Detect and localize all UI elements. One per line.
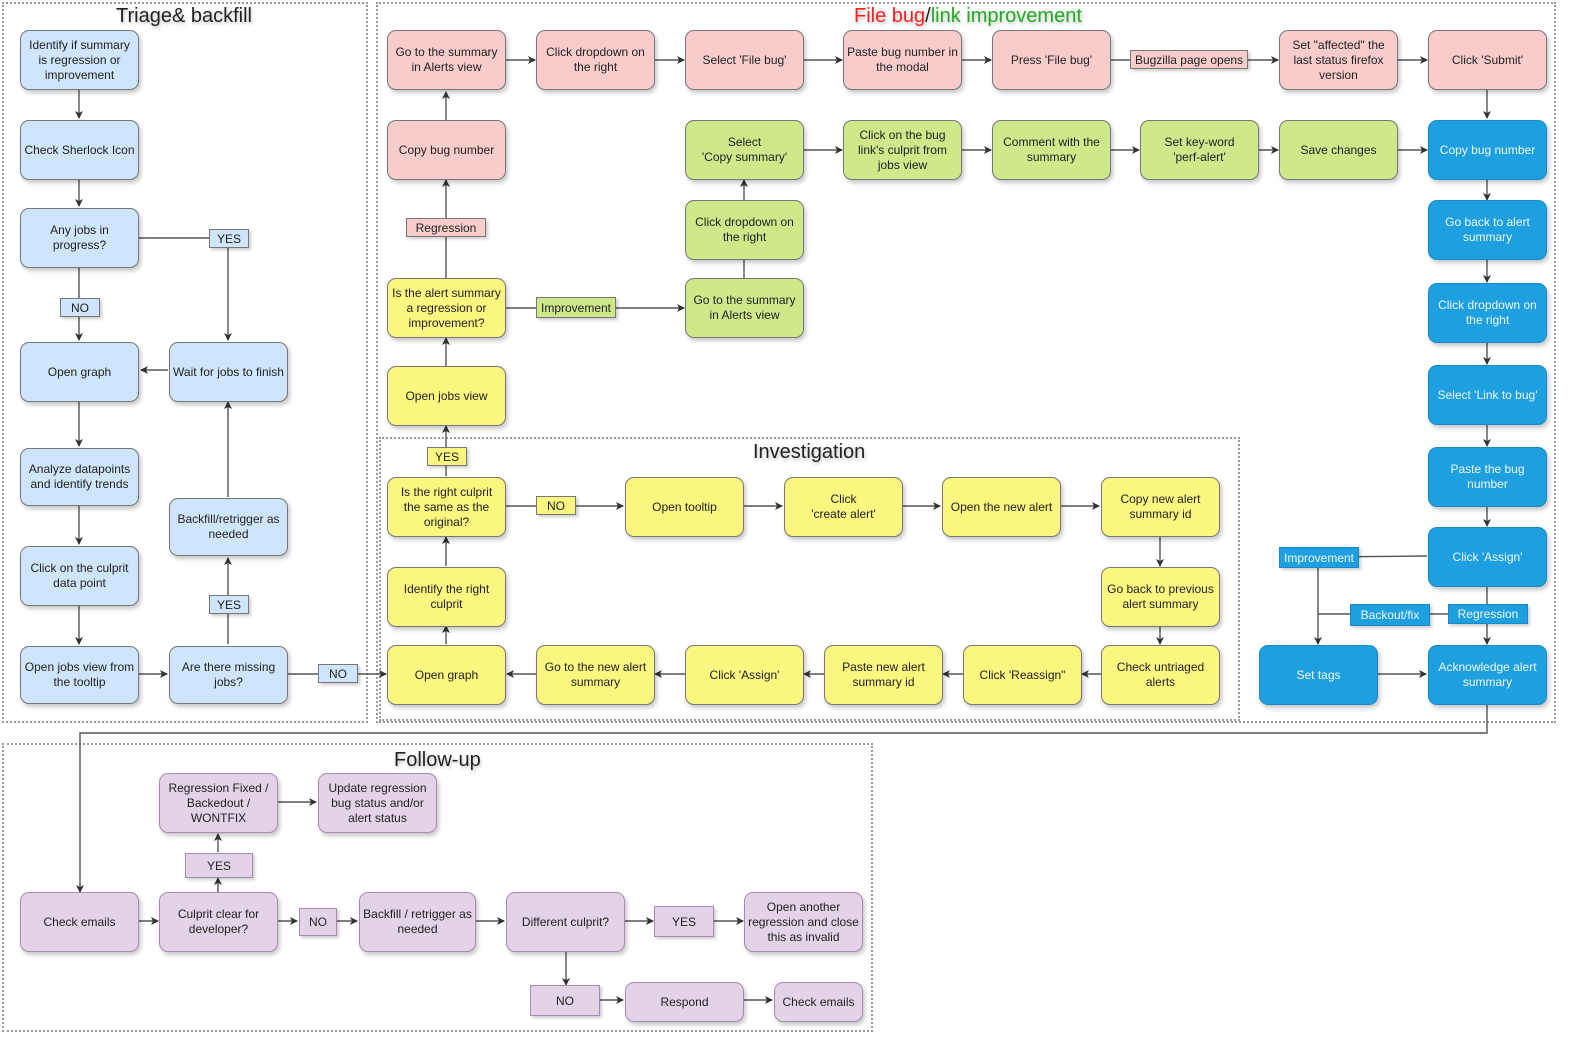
node-click-dropdown-green[interactable]: Click dropdown on the right [685,200,804,260]
node-respond[interactable]: Respond [625,982,744,1022]
edge-label-yes: YES [209,595,249,614]
node-regression-fixed[interactable]: Regression Fixed / Backedout / WONTFIX [159,773,278,833]
node-paste-bug-number[interactable]: Paste the bug number [1428,447,1547,507]
node-select-file-bug[interactable]: Select 'File bug' [685,30,804,90]
edge-label-yes: YES [185,853,253,878]
edge-label-no: NO [318,664,358,683]
edge-label-regression: Regression [1448,604,1528,624]
node-backfill-retrigger[interactable]: Backfill/retrigger as needed [169,498,288,556]
edge-label-yes: YES [209,229,249,248]
node-click-reassign[interactable]: Click 'Reassign" [963,645,1082,705]
group-title-follow-up: Follow-up [394,749,481,771]
edge-label-bugzilla-opens: Bugzilla page opens [1130,50,1248,69]
node-go-back-alert-summary[interactable]: Go back to alert summary [1428,200,1547,260]
node-set-tags[interactable]: Set tags [1259,645,1378,705]
node-open-new-alert[interactable]: Open the new alert [942,477,1061,537]
title-link-improvement: link improvement [930,5,1082,27]
node-save-changes[interactable]: Save changes [1279,120,1398,180]
node-backfill-retrigger-followup[interactable]: Backfill / retrigger as needed [359,892,476,952]
edge-label-improvement: Improvement [536,297,616,318]
node-press-file-bug[interactable]: Press 'File bug' [992,30,1111,90]
node-regression-or-improvement[interactable]: Is the alert summary a regression or imp… [387,278,506,338]
edge-label-backout-fix: Backout/fix [1350,604,1430,626]
node-go-to-summary-alerts-green[interactable]: Go to the summary in Alerts view [685,278,804,338]
node-go-to-summary-alerts[interactable]: Go to the summary in Alerts view [387,30,506,90]
node-update-regression-status[interactable]: Update regression bug status and/or aler… [318,773,437,833]
edge-label-no: NO [530,985,600,1016]
group-title-file-bug: File bug/link improvement [854,5,1082,28]
node-analyze-datapoints[interactable]: Analyze datapoints and identify trends [20,448,139,506]
node-comment-summary[interactable]: Comment with the summary [992,120,1111,180]
edge-label-regression: Regression [406,218,486,237]
node-open-jobs-from-tooltip[interactable]: Open jobs view from the tooltip [20,646,139,704]
group-title-triage: Triage& backfill [116,5,252,27]
node-select-link-to-bug[interactable]: Select 'Link to bug' [1428,365,1547,425]
node-go-to-new-alert-summary[interactable]: Go to the new alert summary [536,645,655,705]
node-identify-right-culprit[interactable]: Identify the right culprit [387,567,506,627]
node-wait-for-jobs[interactable]: Wait for jobs to finish [169,342,288,402]
node-click-bug-link-culprit[interactable]: Click on the bug link's culprit from job… [843,120,962,180]
node-click-submit[interactable]: Click 'Submit' [1428,30,1547,90]
node-open-graph[interactable]: Open graph [20,342,139,402]
node-open-another-regression[interactable]: Open another regression and close this a… [744,892,863,952]
node-open-tooltip[interactable]: Open tooltip [625,477,744,537]
node-paste-bug-number-modal[interactable]: Paste bug number in the modal [843,30,962,90]
edge-label-improvement: Improvement [1279,547,1359,568]
node-open-jobs-view[interactable]: Open jobs view [387,366,506,426]
edge [139,237,232,341]
node-identify-summary-type[interactable]: Identify if summary is regression or imp… [20,30,139,90]
node-copy-bug-number[interactable]: Copy bug number [387,120,506,180]
node-set-affected-version[interactable]: Set "affected" the last status firefox v… [1279,30,1398,90]
edge-label-yes: YES [427,447,467,466]
node-right-culprit-same[interactable]: Is the right culprit the same as the ori… [387,477,506,537]
node-click-dropdown[interactable]: Click dropdown on the right [536,30,655,90]
node-copy-new-alert-id[interactable]: Copy new alert summary id [1101,477,1220,537]
node-different-culprit[interactable]: Different culprit? [506,892,625,952]
node-click-dropdown-final[interactable]: Click dropdown on the right [1428,283,1547,343]
node-click-culprit-point[interactable]: Click on the culprit data point [20,546,139,606]
node-missing-jobs[interactable]: Are there missing jobs? [169,646,288,704]
node-any-jobs-in-progress[interactable]: Any jobs in progress? [20,208,139,268]
edge [1314,555,1428,645]
node-click-create-alert[interactable]: Click 'create alert' [784,477,903,537]
group-title-investigation: Investigation [753,441,866,463]
node-check-sherlock-icon[interactable]: Check Sherlock Icon [20,120,139,180]
edge [76,704,1488,893]
node-go-back-previous-summary[interactable]: Go back to previous alert summary [1101,567,1220,627]
node-check-emails[interactable]: Check emails [20,892,139,952]
edge-label-no: NO [299,908,337,936]
node-check-untriaged-alerts[interactable]: Check untriaged alerts [1101,645,1220,705]
edge-label-no: NO [60,298,100,317]
node-copy-bug-number-final[interactable]: Copy bug number [1428,120,1547,180]
node-paste-new-alert-id[interactable]: Paste new alert summary id [824,645,943,705]
node-set-keyword-perf-alert[interactable]: Set key-word 'perf-alert' [1140,120,1259,180]
node-open-graph-investigation[interactable]: Open graph [387,645,506,705]
edge-label-yes: YES [654,906,714,937]
edge-label-no: NO [536,496,576,515]
node-click-assign[interactable]: Click 'Assign' [685,645,804,705]
node-culprit-clear[interactable]: Culprit clear for developer? [159,892,278,952]
title-file-bug: File bug [854,5,926,27]
node-click-assign-final[interactable]: Click 'Assign' [1428,527,1547,587]
node-select-copy-summary[interactable]: Select 'Copy summary' [685,120,804,180]
node-acknowledge-alert-summary[interactable]: Acknowledge alert summary [1428,645,1547,705]
node-check-emails-final[interactable]: Check emails [774,982,863,1022]
